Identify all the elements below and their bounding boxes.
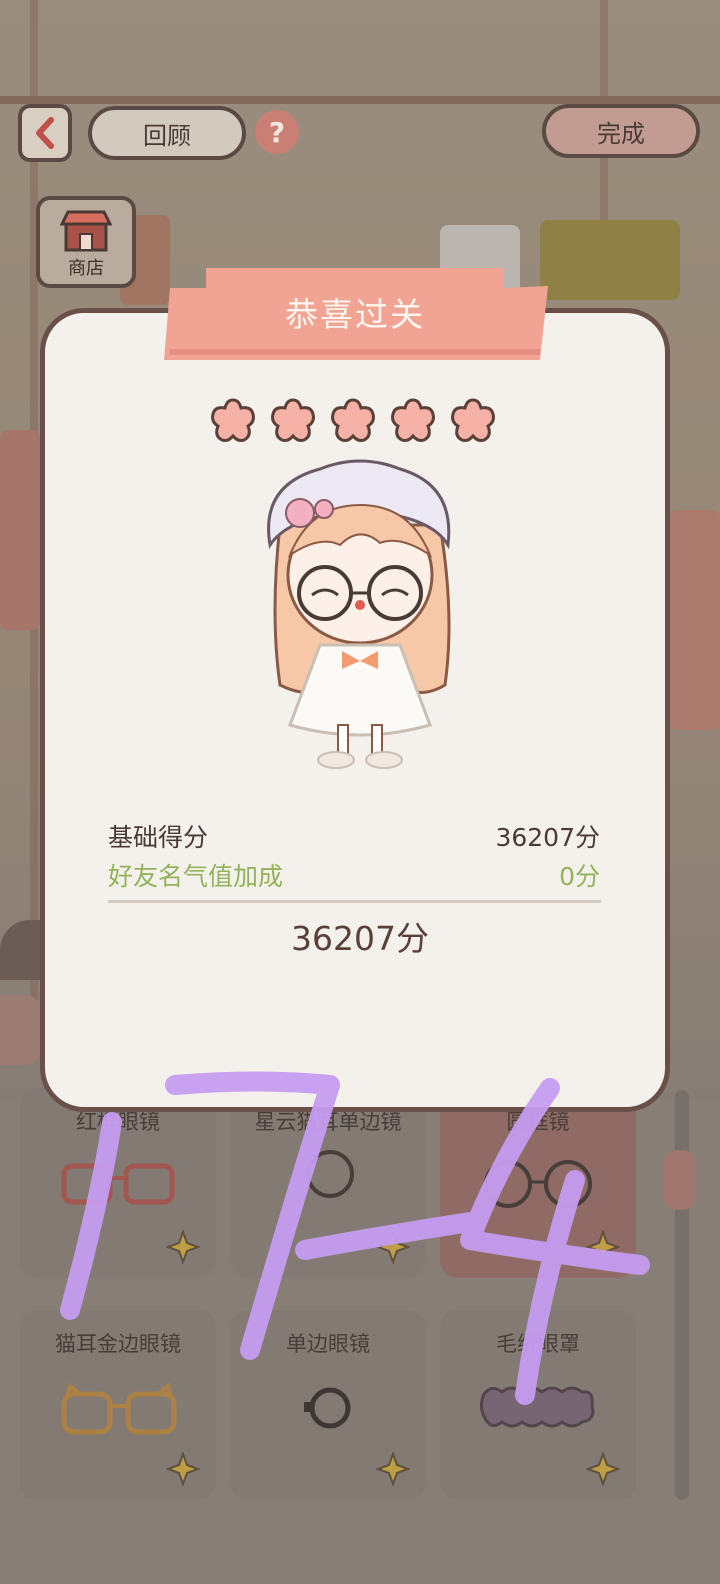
star-filled-icon [331, 398, 375, 442]
done-button[interactable]: 完成 [542, 104, 700, 158]
character-avatar [267, 459, 451, 769]
friend-bonus-value: 0分 [559, 862, 600, 891]
friend-bonus-label: 好友名气值加成 [108, 862, 284, 891]
back-button[interactable] [18, 104, 72, 162]
base-score-value: 36207分 [495, 823, 600, 852]
star-filled-icon [211, 398, 255, 442]
rating-stars [208, 396, 508, 448]
total-score: 36207分 [291, 919, 429, 958]
score-divider [108, 900, 601, 903]
back-arrow-icon [36, 117, 54, 149]
help-button[interactable]: ? [255, 110, 299, 154]
shop-label: 商店 [68, 258, 104, 279]
shop-button[interactable]: 商店 [36, 196, 136, 288]
star-filled-icon [271, 398, 315, 442]
base-score-label: 基础得分 [108, 823, 209, 852]
star-filled-icon [451, 398, 495, 442]
dialog-title: 恭喜过关 [285, 295, 425, 334]
review-button[interactable]: 回顾 [88, 106, 246, 160]
star-filled-icon [391, 398, 435, 442]
shop-icon [60, 210, 112, 252]
